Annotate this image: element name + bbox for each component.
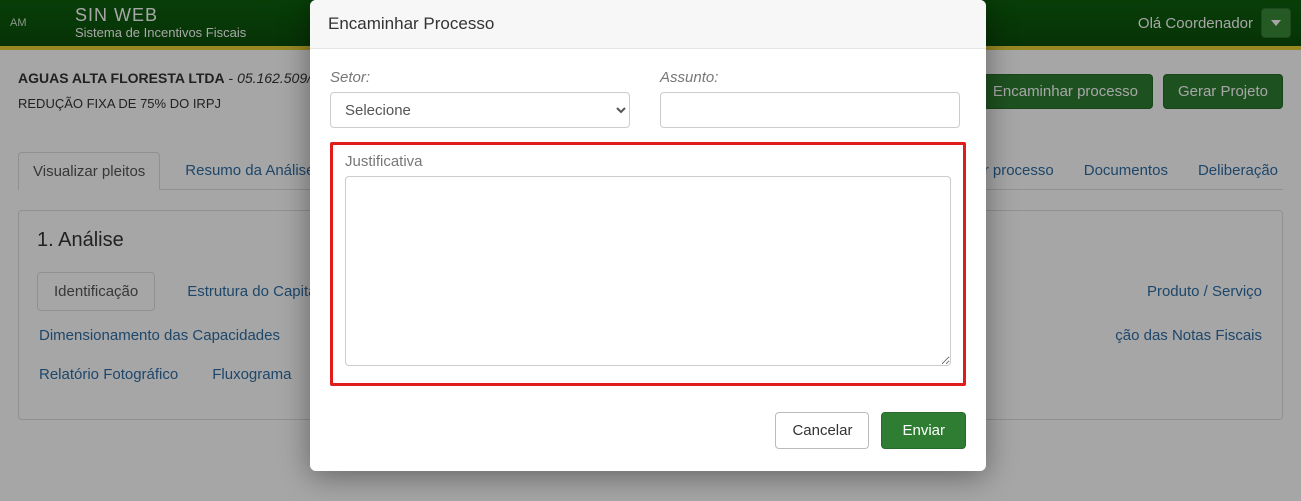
cancel-button[interactable]: Cancelar bbox=[775, 412, 869, 449]
modal-title: Encaminhar Processo bbox=[310, 0, 986, 49]
assunto-input[interactable] bbox=[660, 92, 960, 128]
justificativa-label: Justificativa bbox=[345, 153, 951, 170]
justificativa-highlight: Justificativa bbox=[330, 142, 966, 386]
send-button[interactable]: Enviar bbox=[881, 412, 966, 449]
encaminhar-processo-modal: Encaminhar Processo Setor: Selecione Ass… bbox=[310, 0, 986, 471]
assunto-label: Assunto: bbox=[660, 69, 960, 86]
justificativa-textarea[interactable] bbox=[345, 176, 951, 366]
setor-label: Setor: bbox=[330, 69, 630, 86]
setor-select[interactable]: Selecione bbox=[330, 92, 630, 128]
